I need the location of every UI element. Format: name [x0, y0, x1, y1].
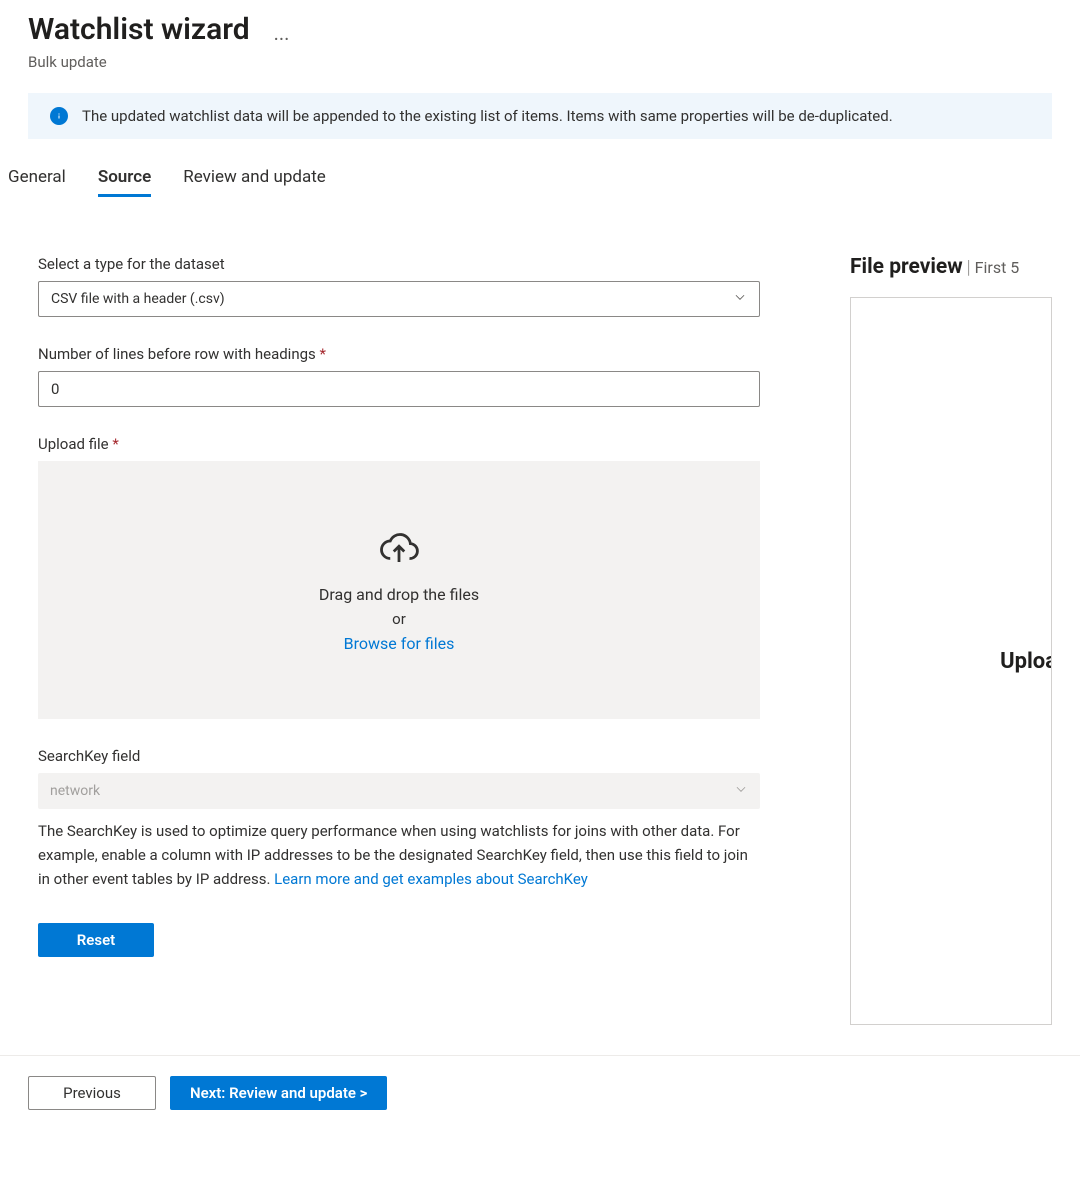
chevron-down-icon — [733, 290, 747, 308]
info-banner-text: The updated watchlist data will be appen… — [82, 107, 893, 125]
dataset-type-select[interactable]: CSV file with a header (.csv) — [38, 281, 760, 317]
dropzone-or-text: or — [392, 610, 406, 628]
wizard-footer: Previous Next: Review and update > — [0, 1055, 1080, 1130]
tabs: General Source Review and update — [8, 161, 1052, 197]
lines-before-input[interactable] — [38, 371, 760, 407]
upload-file-label: Upload file * — [38, 435, 760, 453]
browse-files-link[interactable]: Browse for files — [344, 634, 455, 653]
dataset-type-label: Select a type for the dataset — [38, 255, 760, 273]
searchkey-help-text: The SearchKey is used to optimize query … — [38, 819, 760, 891]
reset-button[interactable]: Reset — [38, 923, 154, 957]
cloud-upload-icon — [378, 527, 420, 573]
searchkey-select: network — [38, 773, 760, 809]
file-preview-box: Uploa — [850, 297, 1052, 1025]
info-banner: The updated watchlist data will be appen… — [28, 93, 1052, 139]
file-preview-header: File preview|First 5 — [850, 255, 1052, 279]
dataset-type-value: CSV file with a header (.csv) — [51, 291, 225, 307]
searchkey-value: network — [50, 783, 100, 799]
next-button[interactable]: Next: Review and update > — [170, 1076, 387, 1110]
page-subtitle: Bulk update — [28, 53, 1052, 71]
upload-dropzone[interactable]: Drag and drop the files or Browse for fi… — [38, 461, 760, 719]
lines-before-label: Number of lines before row with headings… — [38, 345, 760, 363]
tab-general[interactable]: General — [8, 161, 66, 197]
previous-button[interactable]: Previous — [28, 1076, 156, 1110]
file-preview-placeholder: Uploa — [1000, 649, 1052, 674]
searchkey-learn-more-link[interactable]: Learn more and get examples about Search… — [274, 870, 588, 888]
searchkey-label: SearchKey field — [38, 747, 760, 765]
tab-source[interactable]: Source — [98, 161, 151, 197]
dropzone-drag-text: Drag and drop the files — [319, 585, 479, 604]
info-icon — [50, 107, 68, 125]
tab-review-and-update[interactable]: Review and update — [183, 161, 326, 197]
more-icon[interactable]: ... — [274, 17, 290, 43]
chevron-down-icon — [734, 782, 748, 800]
page-title: Watchlist wizard — [28, 12, 250, 47]
